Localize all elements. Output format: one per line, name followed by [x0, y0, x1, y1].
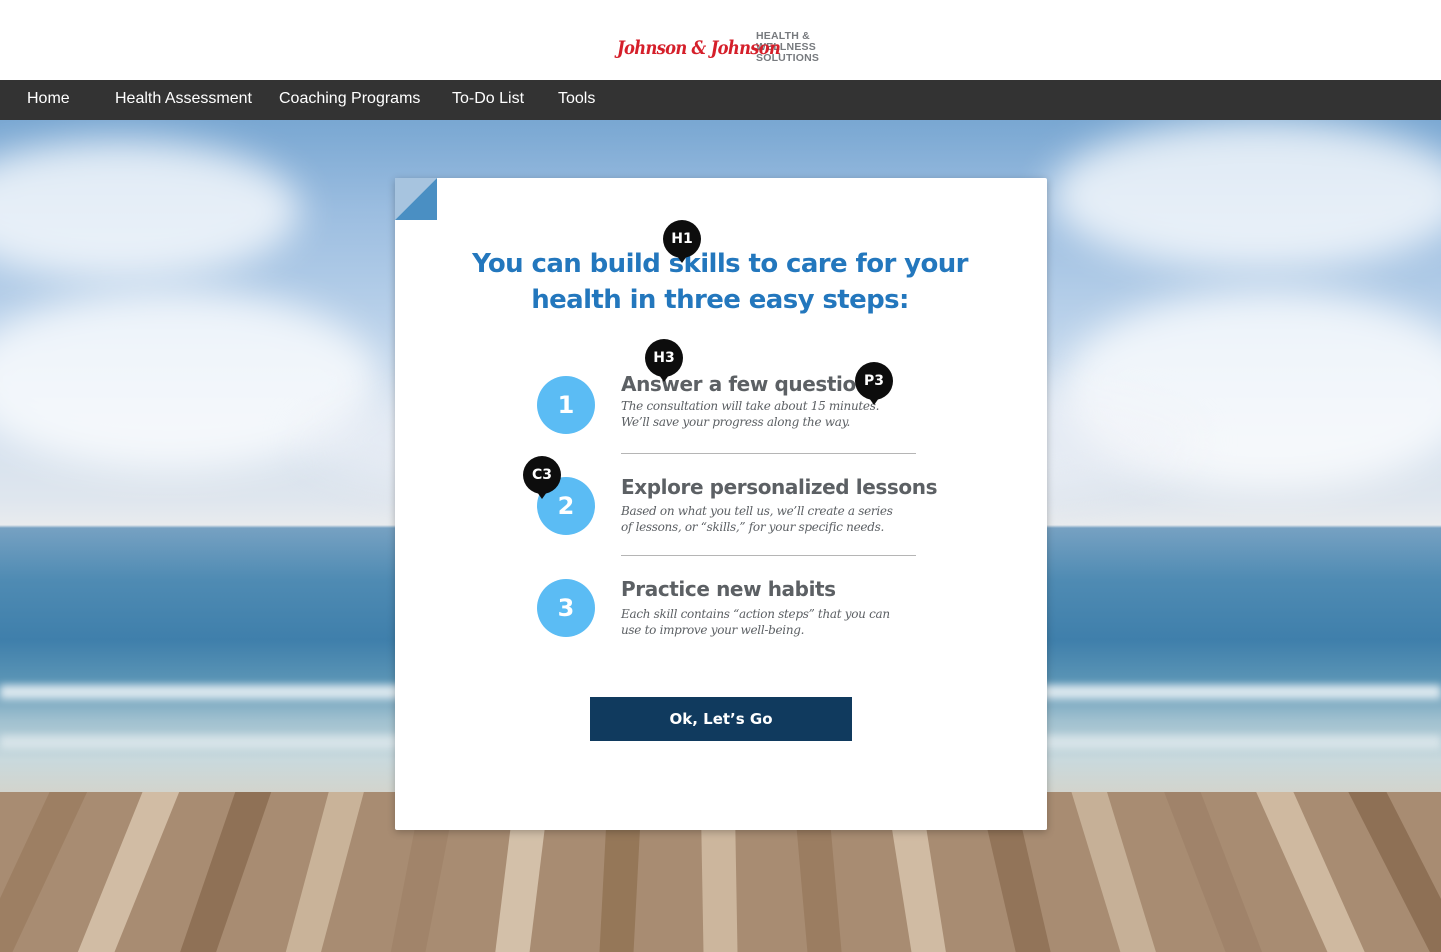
step-2-description: Based on what you tell us, we’ll create … [621, 504, 893, 534]
annotation-marker-c3: C3 [523, 456, 561, 499]
annotation-marker-p3: P3 [855, 362, 893, 405]
cloud [0, 140, 300, 280]
deck-plank [1241, 792, 1371, 952]
deck-plank [71, 792, 193, 952]
deck-plank [172, 792, 284, 952]
cloud [1050, 120, 1441, 270]
lets-go-button[interactable]: Ok, Let’s Go [590, 697, 852, 741]
step-1-badge: 1 [537, 376, 595, 434]
logo-script: Johnson & Johnson [617, 36, 781, 59]
main-nav: Home Health Assessment Coaching Programs… [0, 80, 1441, 120]
nav-coaching-programs[interactable]: Coaching Programs [279, 90, 420, 108]
header: Johnson & Johnson HEALTH & WELLNESS SOLU… [0, 0, 1441, 80]
deck-plank [1151, 792, 1269, 952]
step-3-title: Practice new habits [621, 577, 836, 601]
nav-health-assessment[interactable]: Health Assessment [115, 90, 252, 108]
step-2-title: Explore personalized lessons [621, 475, 938, 499]
deck-plank [278, 792, 374, 952]
annotation-marker-h1: H1 [663, 220, 701, 263]
step-divider [621, 555, 916, 556]
step-3-description: Each skill contains “action steps” that … [621, 607, 890, 637]
deck-plank [1060, 792, 1164, 952]
brand-logo[interactable]: Johnson & Johnson HEALTH & WELLNESS SOLU… [617, 31, 819, 64]
page-title: You can build skills to care for your he… [472, 249, 968, 315]
step-1-description: The consultation will take about 15 minu… [621, 399, 880, 429]
nav-to-do-list[interactable]: To-Do List [452, 90, 524, 108]
annotation-marker-h3: H3 [645, 339, 683, 382]
step-3-badge: 3 [537, 579, 595, 637]
nav-tools[interactable]: Tools [558, 90, 595, 108]
nav-home[interactable]: Home [27, 90, 70, 108]
step-divider [621, 453, 916, 454]
card-folded-corner-icon [395, 178, 437, 220]
